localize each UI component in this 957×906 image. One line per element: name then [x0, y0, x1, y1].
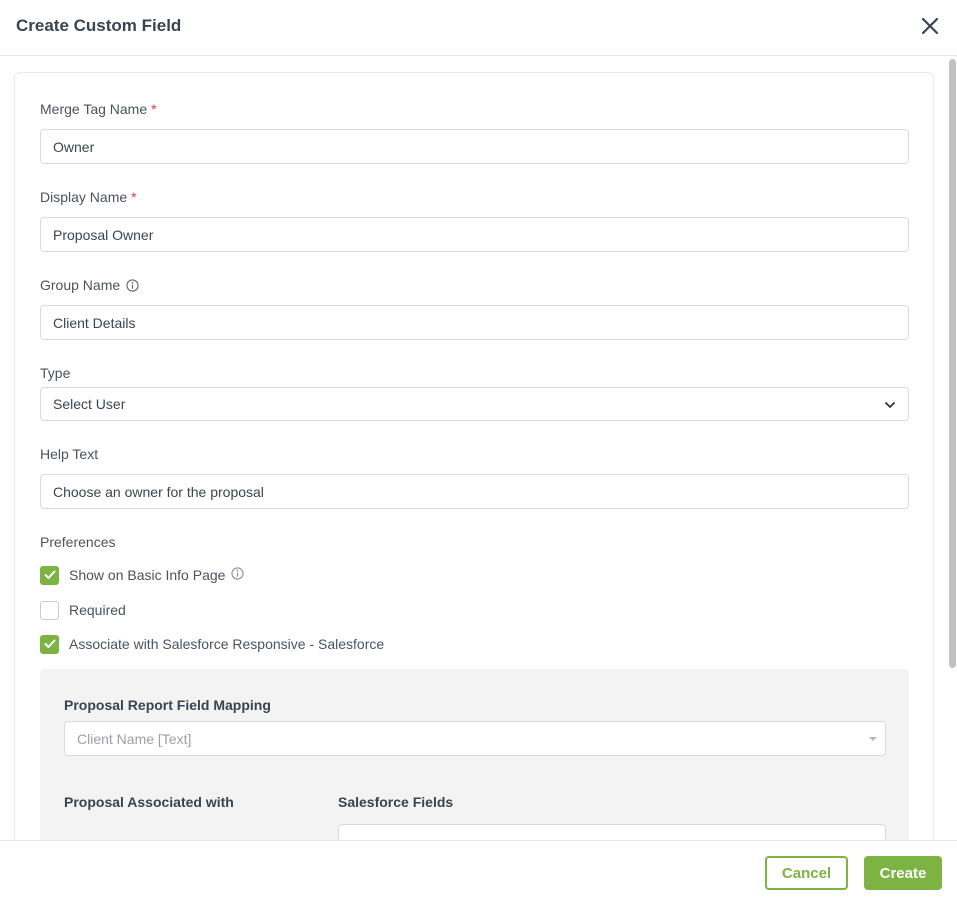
- form-card: Merge Tag Name * Owner Display Name * Prop…: [14, 72, 934, 840]
- help-text-input[interactable]: Choose an owner for the proposal: [40, 474, 909, 509]
- checkbox-checked[interactable]: [40, 634, 59, 654]
- cancel-button[interactable]: Cancel: [765, 856, 848, 890]
- dialog-header: Create Custom Field: [0, 0, 957, 56]
- close-icon[interactable]: [918, 14, 942, 38]
- dialog-title: Create Custom Field: [16, 16, 182, 35]
- chevron-down-icon: [884, 398, 896, 414]
- pref-associate-salesforce[interactable]: Associate with Salesforce Responsive - S…: [40, 634, 384, 654]
- dialog-body: Merge Tag Name * Owner Display Name * Prop…: [0, 57, 957, 840]
- scrollbar-thumb[interactable]: [949, 59, 956, 668]
- type-label: Type: [40, 365, 71, 381]
- salesforce-fields-heading: Salesforce Fields: [338, 794, 454, 810]
- checkbox-checked[interactable]: [40, 565, 59, 585]
- merge-tag-input[interactable]: Owner: [40, 129, 909, 164]
- report-field-select[interactable]: Client Name [Text]: [64, 721, 886, 756]
- pref-show-basic-info[interactable]: Show on Basic Info Page: [40, 565, 245, 585]
- create-button[interactable]: Create: [864, 856, 942, 890]
- mapping-title: Proposal Report Field Mapping: [64, 697, 271, 713]
- associated-with-heading: Proposal Associated with: [64, 794, 234, 810]
- display-name-input[interactable]: Proposal Owner: [40, 217, 909, 252]
- help-text-label: Help Text: [40, 446, 99, 462]
- group-name-label: Group Name: [40, 277, 139, 295]
- info-icon[interactable]: [231, 567, 245, 583]
- info-icon[interactable]: [126, 279, 139, 295]
- preferences-label: Preferences: [40, 534, 116, 550]
- required-mark: *: [131, 189, 137, 205]
- type-select[interactable]: Select User: [40, 387, 909, 421]
- group-name-input[interactable]: Client Details: [40, 305, 909, 340]
- dialog-footer: Cancel Create: [0, 840, 957, 906]
- field-mapping-panel: Proposal Report Field Mapping Client Nam…: [40, 669, 909, 840]
- pref-required[interactable]: Required: [40, 600, 126, 620]
- caret-down-icon: [869, 737, 877, 741]
- display-name-label: Display Name *: [40, 189, 137, 205]
- required-mark: *: [151, 101, 157, 117]
- merge-tag-label: Merge Tag Name *: [40, 101, 157, 117]
- salesforce-field-select[interactable]: [338, 824, 886, 840]
- checkbox-unchecked[interactable]: [40, 600, 59, 620]
